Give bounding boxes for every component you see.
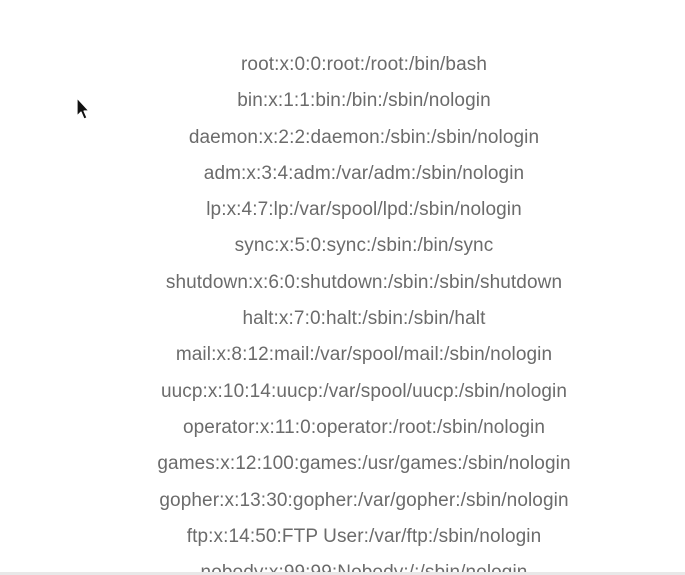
passwd-line: sync:x:5:0:sync:/sbin:/bin/sync bbox=[234, 235, 494, 257]
passwd-line: shutdown:x:6:0:shutdown:/sbin:/sbin/shut… bbox=[165, 271, 563, 293]
passwd-line: ftp:x:14:50:FTP User:/var/ftp:/sbin/nolo… bbox=[186, 525, 542, 547]
passwd-line: uucp:x:10:14:uucp:/var/spool/uucp:/sbin/… bbox=[160, 380, 568, 402]
passwd-line: operator:x:11:0:operator:/root:/sbin/nol… bbox=[182, 416, 546, 438]
document-viewport[interactable]: root:x:0:0:root:/root:/bin/bash bin:x:1:… bbox=[0, 0, 685, 575]
passwd-line: bin:x:1:1:bin:/bin:/sbin/nologin bbox=[237, 90, 491, 112]
passwd-line: adm:x:3:4:adm:/var/adm:/sbin/nologin bbox=[203, 162, 525, 184]
mouse-pointer-icon bbox=[76, 97, 90, 120]
passwd-line: gopher:x:13:30:gopher:/var/gopher:/sbin/… bbox=[159, 489, 569, 511]
passwd-line: halt:x:7:0:halt:/sbin:/sbin/halt bbox=[242, 308, 486, 330]
passwd-line: games:x:12:100:games:/usr/games:/sbin/no… bbox=[157, 453, 571, 475]
passwd-line: root:x:0:0:root:/root:/bin/bash bbox=[240, 54, 488, 75]
passwd-line: lp:x:4:7:lp:/var/spool/lpd:/sbin/nologin bbox=[206, 199, 522, 221]
passwd-line-list: root:x:0:0:root:/root:/bin/bash bin:x:1:… bbox=[0, 47, 685, 575]
passwd-line: daemon:x:2:2:daemon:/sbin:/sbin/nologin bbox=[188, 126, 540, 148]
passwd-line: mail:x:8:12:mail:/var/spool/mail:/sbin/n… bbox=[175, 344, 553, 366]
